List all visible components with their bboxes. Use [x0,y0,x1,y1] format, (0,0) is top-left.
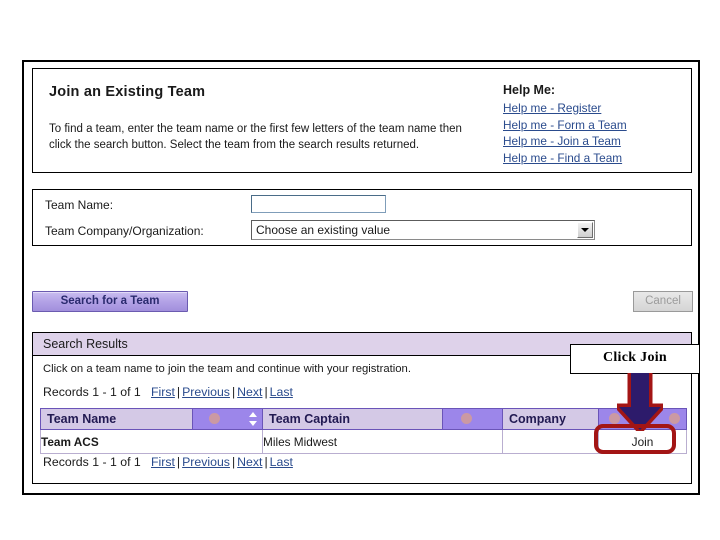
pager-previous-top[interactable]: Previous [182,385,230,399]
page-title: Join an Existing Team [49,84,206,100]
search-for-a-team-button[interactable]: Search for a Team [32,291,188,312]
click-join-callout: Click Join [570,344,700,374]
column-header-company[interactable]: Company [502,408,599,430]
column-header-team-captain[interactable]: Team Captain [262,408,443,430]
pager-first-top[interactable]: First [151,385,175,399]
filter-dot-icon [669,413,680,424]
team-organization-selected-value: Choose an existing value [256,223,391,237]
screenshot-root: Join an Existing Team To find a team, en… [0,0,720,540]
pager-next-bottom[interactable]: Next [237,455,262,469]
column-label: Team Name [47,412,117,426]
pager-last-top[interactable]: Last [270,385,293,399]
cell-team-name[interactable]: Team ACS [40,429,263,454]
sort-arrows-icon[interactable] [249,412,258,426]
help-link-form-a-team[interactable]: Help me - Form a Team [503,117,627,134]
down-arrow-annotation-icon [617,373,663,431]
pager-top: Records 1 - 1 of 1 First | Previous | Next | L… [43,385,293,399]
column-label: Company [509,412,566,426]
search-results-title: Search Results [43,337,128,351]
table-header-row: Team Name Team Captain Company [40,408,687,430]
pager-first-bottom[interactable]: First [151,455,175,469]
help-block: Help Me: Help me - Register Help me - Fo… [503,83,683,166]
click-join-callout-text: Click Join [602,350,668,365]
help-link-find-a-team[interactable]: Help me - Find a Team [503,150,622,167]
filter-dot-icon [209,413,220,424]
intro-panel: Join an Existing Team To find a team, en… [32,68,692,173]
column-label: Team Captain [269,412,351,426]
team-organization-row: Team Company/Organization: Choose an exi… [33,220,691,246]
join-highlight-annotation [594,424,676,454]
cancel-button[interactable]: Cancel [633,291,693,312]
chevron-down-icon[interactable] [577,222,593,238]
pager-last-bottom[interactable]: Last [270,455,293,469]
search-results-table: Team Name Team Captain Company Team ACS … [40,408,687,454]
team-name-row: Team Name: [33,194,691,220]
help-link-register[interactable]: Help me - Register [503,100,601,117]
search-form-panel: Team Name: Team Company/Organization: Ch… [32,189,692,246]
search-results-instruction: Click on a team name to join the team an… [43,363,411,375]
pager-separator: | [264,455,268,469]
filter-dot-icon [461,413,472,424]
help-title: Help Me: [503,83,556,97]
team-name-label: Team Name: [45,198,114,212]
pager-separator: | [264,385,268,399]
column-sort-team-name[interactable] [192,408,263,430]
column-header-team-name[interactable]: Team Name [40,408,193,430]
team-name-input[interactable] [251,195,386,213]
help-link-join-a-team[interactable]: Help me - Join a Team [503,133,621,150]
cell-team-captain: Miles Midwest [262,429,503,454]
pager-bottom: Records 1 - 1 of 1 First | Previous | Next | L… [43,455,293,469]
pager-previous-bottom[interactable]: Previous [182,455,230,469]
team-organization-label: Team Company/Organization: [45,224,204,238]
cell-company [502,429,599,454]
team-organization-select[interactable]: Choose an existing value [251,220,595,240]
pager-next-top[interactable]: Next [237,385,262,399]
intro-description: To find a team, enter the team name or t… [49,123,462,151]
table-row: Team ACS Miles Midwest Join [40,429,687,454]
record-count-top: Records 1 - 1 of 1 [43,385,141,399]
record-count-bottom: Records 1 - 1 of 1 [43,455,141,469]
column-sort-team-captain[interactable] [442,408,503,430]
